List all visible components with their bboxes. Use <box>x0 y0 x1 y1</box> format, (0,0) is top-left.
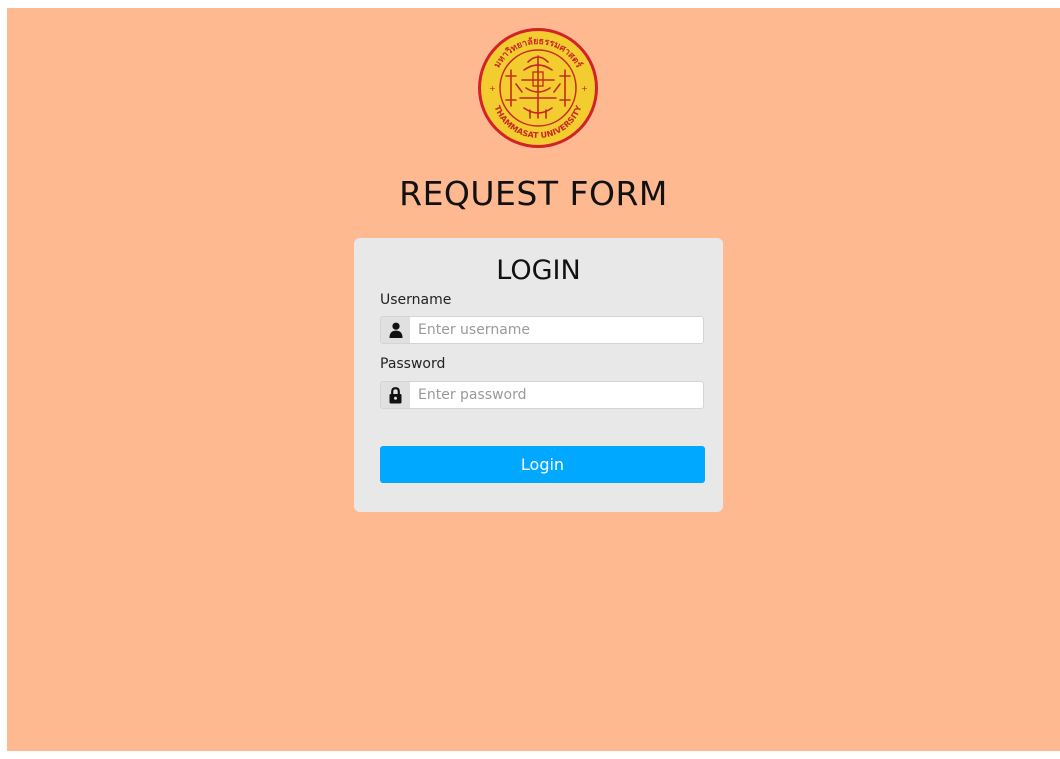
svg-text:+: + <box>581 84 588 93</box>
university-seal-logo: มหาวิทยาลัยธรรมศาสตร์ THAMMASAT UNIVERSI… <box>478 28 598 148</box>
login-button[interactable]: Login <box>380 446 705 483</box>
login-card-title: LOGIN <box>496 255 581 286</box>
password-input[interactable] <box>410 382 703 408</box>
password-field <box>380 381 704 409</box>
svg-text:+: + <box>489 84 496 93</box>
page-title: REQUEST FORM <box>399 174 668 213</box>
lock-icon <box>381 382 410 408</box>
username-label: Username <box>380 292 452 308</box>
password-label: Password <box>380 356 446 372</box>
login-card: LOGIN Username Password Login <box>354 238 723 512</box>
page-background: มหาวิทยาลัยธรรมศาสตร์ THAMMASAT UNIVERSI… <box>7 8 1060 751</box>
username-field <box>380 316 704 344</box>
user-icon <box>381 317 410 343</box>
username-input[interactable] <box>410 317 703 343</box>
